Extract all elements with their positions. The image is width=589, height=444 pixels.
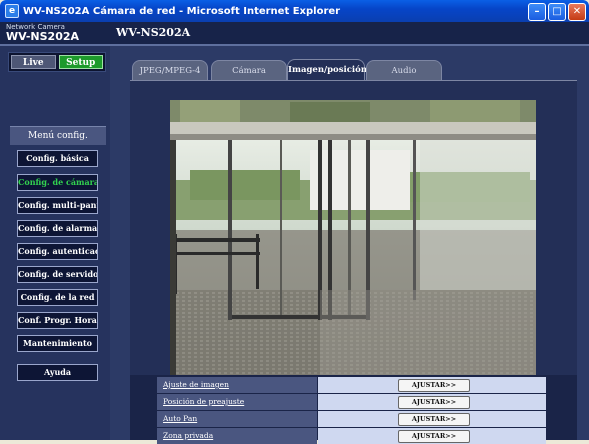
menu-item-config-camara[interactable]: Config. de cámara bbox=[17, 174, 98, 191]
setting-label-zona-privada[interactable]: Zona privada bbox=[157, 428, 317, 444]
menu-item-config-alarmas[interactable]: Config. de alarmas bbox=[17, 220, 98, 237]
setting-value-cell: AJUSTAR>> bbox=[318, 377, 546, 393]
menu-title: Menú config. bbox=[10, 126, 106, 145]
minimize-icon[interactable]: – bbox=[528, 3, 546, 21]
setting-value-cell: AJUSTAR>> bbox=[318, 411, 546, 427]
setting-label-auto-pan[interactable]: Auto Pan bbox=[157, 411, 317, 427]
tab-camara[interactable]: Cámara bbox=[211, 60, 287, 80]
camera-scene bbox=[170, 100, 536, 375]
menu-item-config-red[interactable]: Config. de la red bbox=[17, 289, 98, 306]
ajustar-auto-pan-button[interactable]: AJUSTAR>> bbox=[398, 413, 470, 426]
window-title: WV-NS202A Cámara de red - Microsoft Inte… bbox=[23, 5, 341, 17]
ie-icon: e bbox=[5, 4, 19, 18]
menu-item-config-autenticac[interactable]: Config. autenticac. bbox=[17, 243, 98, 260]
live-button[interactable]: Live bbox=[11, 55, 56, 69]
setting-label-ajuste-imagen[interactable]: Ajuste de imagen bbox=[157, 377, 317, 393]
settings-table: Ajuste de imagen AJUSTAR>> Posición de p… bbox=[130, 375, 577, 444]
menu-item-mantenimiento[interactable]: Mantenimiento bbox=[17, 335, 98, 352]
tab-jpeg-mpeg4[interactable]: JPEG/MPEG-4 bbox=[132, 60, 208, 80]
setting-label-posicion-preajuste[interactable]: Posición de preajuste bbox=[157, 394, 317, 410]
menu-item-config-servidor[interactable]: Config. de servidor bbox=[17, 266, 98, 283]
page-title: WV-NS202A bbox=[116, 26, 191, 39]
setting-value-cell: AJUSTAR>> bbox=[318, 394, 546, 410]
tab-imagen-posicion[interactable]: Imagen/posición bbox=[287, 59, 367, 80]
menu-item-config-basica[interactable]: Config. básica bbox=[17, 150, 98, 167]
setup-button[interactable]: Setup bbox=[58, 55, 103, 69]
camera-preview bbox=[170, 100, 536, 375]
mode-switch: Live Setup bbox=[8, 52, 106, 72]
main-content: JPEG/MPEG-4 Cámara Imagen/posición Audio bbox=[110, 46, 589, 444]
table-row: Zona privada AJUSTAR>> bbox=[157, 428, 569, 444]
window-controls: – □ ✕ bbox=[528, 3, 586, 21]
tab-bar: JPEG/MPEG-4 Cámara Imagen/posición Audio bbox=[110, 56, 589, 80]
window-title-bar: e WV-NS202A Cámara de red - Microsoft In… bbox=[0, 0, 589, 22]
page-header: Network Camera WV-NS202A WV-NS202A bbox=[0, 22, 589, 44]
tab-audio[interactable]: Audio bbox=[366, 60, 442, 80]
ajustar-preajuste-button[interactable]: AJUSTAR>> bbox=[398, 396, 470, 409]
setting-value-cell: AJUSTAR>> bbox=[318, 428, 546, 444]
menu-item-config-multipant[interactable]: Config. multi-pant. bbox=[17, 197, 98, 214]
model-name-left: WV-NS202A bbox=[6, 30, 80, 43]
table-row: Auto Pan AJUSTAR>> bbox=[157, 411, 569, 427]
ajustar-zona-privada-button[interactable]: AJUSTAR>> bbox=[398, 430, 470, 443]
camera-web-ui: Network Camera WV-NS202A WV-NS202A Live … bbox=[0, 22, 589, 444]
sidebar: Live Setup Menú config. Config. básica C… bbox=[0, 46, 110, 440]
menu-item-conf-progr-hora[interactable]: Conf. Progr. Hora. bbox=[17, 312, 98, 329]
table-row: Ajuste de imagen AJUSTAR>> bbox=[157, 377, 569, 393]
ajustar-imagen-button[interactable]: AJUSTAR>> bbox=[398, 379, 470, 392]
close-icon[interactable]: ✕ bbox=[568, 3, 586, 21]
maximize-icon[interactable]: □ bbox=[548, 3, 566, 21]
help-button[interactable]: Ayuda bbox=[17, 364, 98, 381]
table-row: Posición de preajuste AJUSTAR>> bbox=[157, 394, 569, 410]
